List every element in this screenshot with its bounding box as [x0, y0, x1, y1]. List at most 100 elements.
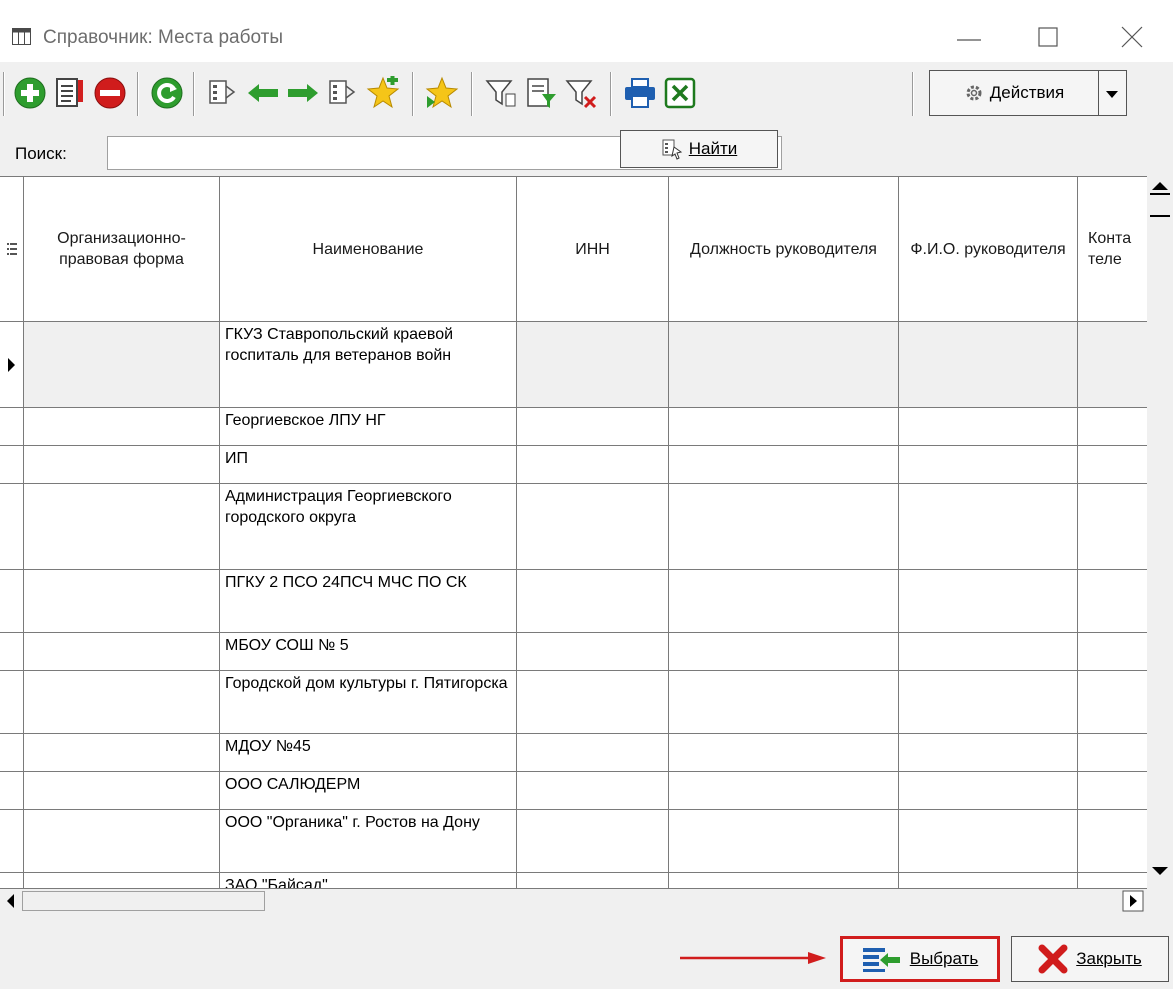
table-row[interactable]: ООО "Органика" г. Ростов на Дону: [0, 810, 1147, 873]
table-cell-org_form[interactable]: [24, 322, 220, 408]
table-cell-head_position[interactable]: [669, 633, 899, 671]
table-cell-name[interactable]: Городской дом культуры г. Пятигорска: [220, 671, 517, 734]
table-cell-head_fio[interactable]: [899, 734, 1078, 772]
table-cell-head_fio[interactable]: [899, 772, 1078, 810]
row-indicator[interactable]: [0, 671, 24, 734]
scroll-right-icon[interactable]: [1122, 889, 1144, 913]
table-cell-org_form[interactable]: [24, 633, 220, 671]
table-cell-contact_phone[interactable]: [1078, 734, 1147, 772]
table-cell-name[interactable]: ЗАО "Байсад": [220, 873, 517, 889]
table-cell-name[interactable]: Администрация Георгиевского городского о…: [220, 484, 517, 570]
table-cell-contact_phone[interactable]: [1078, 570, 1147, 633]
scroll-left-icon[interactable]: [2, 889, 22, 913]
row-indicator[interactable]: [0, 322, 24, 408]
scroll-down-icon[interactable]: [1147, 859, 1173, 885]
find-button[interactable]: Найти: [620, 130, 778, 168]
table-cell-contact_phone[interactable]: [1078, 810, 1147, 873]
table-cell-name[interactable]: МДОУ №45: [220, 734, 517, 772]
scroll-up-icon[interactable]: [1147, 176, 1173, 226]
table-cell-head_position[interactable]: [669, 446, 899, 484]
table-cell-org_form[interactable]: [24, 734, 220, 772]
actions-dropdown-button[interactable]: [1099, 70, 1127, 116]
table-cell-org_form[interactable]: [24, 873, 220, 889]
table-cell-inn[interactable]: [517, 734, 669, 772]
table-row[interactable]: ГКУЗ Ставропольский краевой госпиталь дл…: [0, 322, 1147, 408]
favorites-icon[interactable]: [425, 76, 459, 110]
filter-icon[interactable]: [484, 76, 518, 110]
table-cell-org_form[interactable]: [24, 671, 220, 734]
table-cell-inn[interactable]: [517, 484, 669, 570]
table-row[interactable]: Георгиевское ЛПУ НГ: [0, 408, 1147, 446]
table-cell-head_fio[interactable]: [899, 633, 1078, 671]
table-cell-org_form[interactable]: [24, 570, 220, 633]
column-header-org-form[interactable]: Организационно-правовая форма: [24, 177, 220, 322]
table-cell-contact_phone[interactable]: [1078, 633, 1147, 671]
table-cell-inn[interactable]: [517, 446, 669, 484]
row-indicator[interactable]: [0, 734, 24, 772]
filter-edit-icon[interactable]: [524, 76, 558, 110]
vertical-scrollbar[interactable]: [1147, 176, 1173, 888]
table-cell-head_fio[interactable]: [899, 446, 1078, 484]
row-indicator[interactable]: [0, 873, 24, 889]
table-cell-name[interactable]: ИП: [220, 446, 517, 484]
table-row[interactable]: ЗАО "Байсад": [0, 873, 1147, 889]
row-indicator[interactable]: [0, 446, 24, 484]
table-cell-inn[interactable]: [517, 570, 669, 633]
excel-export-icon[interactable]: [663, 76, 697, 110]
row-indicator[interactable]: [0, 772, 24, 810]
column-header-inn[interactable]: ИНН: [517, 177, 669, 322]
table-row[interactable]: ПГКУ 2 ПСО 24ПСЧ МЧС ПО СК: [0, 570, 1147, 633]
delete-icon[interactable]: [93, 76, 127, 110]
maximize-button[interactable]: [1034, 22, 1064, 52]
close-window-button[interactable]: [1117, 22, 1147, 52]
minimize-button[interactable]: [954, 22, 984, 52]
table-cell-head_position[interactable]: [669, 671, 899, 734]
table-cell-org_form[interactable]: [24, 408, 220, 446]
last-record-icon[interactable]: [326, 76, 360, 110]
table-cell-org_form[interactable]: [24, 810, 220, 873]
table-cell-contact_phone[interactable]: [1078, 873, 1147, 889]
table-cell-inn[interactable]: [517, 810, 669, 873]
table-cell-inn[interactable]: [517, 772, 669, 810]
table-row[interactable]: МДОУ №45: [0, 734, 1147, 772]
table-cell-head_fio[interactable]: [899, 484, 1078, 570]
row-indicator[interactable]: [0, 810, 24, 873]
actions-button[interactable]: Действия: [929, 70, 1099, 116]
table-cell-head_fio[interactable]: [899, 810, 1078, 873]
table-cell-inn[interactable]: [517, 873, 669, 889]
table-cell-contact_phone[interactable]: [1078, 772, 1147, 810]
table-cell-name[interactable]: ООО САЛЮДЕРМ: [220, 772, 517, 810]
table-cell-head_fio[interactable]: [899, 873, 1078, 889]
table-cell-contact_phone[interactable]: [1078, 408, 1147, 446]
refresh-icon[interactable]: [150, 76, 184, 110]
data-grid[interactable]: Организационно-правовая форма Наименован…: [0, 176, 1147, 889]
horizontal-scrollbar[interactable]: [0, 888, 1147, 915]
table-cell-name[interactable]: ГКУЗ Ставропольский краевой госпиталь дл…: [220, 322, 517, 408]
table-row[interactable]: ИП: [0, 446, 1147, 484]
add-icon[interactable]: [13, 76, 47, 110]
table-cell-org_form[interactable]: [24, 772, 220, 810]
table-cell-inn[interactable]: [517, 633, 669, 671]
arrow-left-icon[interactable]: [246, 76, 280, 110]
table-cell-head_position[interactable]: [669, 408, 899, 446]
row-indicator[interactable]: [0, 408, 24, 446]
table-cell-name[interactable]: ПГКУ 2 ПСО 24ПСЧ МЧС ПО СК: [220, 570, 517, 633]
print-icon[interactable]: [623, 76, 657, 110]
table-row[interactable]: Городской дом культуры г. Пятигорска: [0, 671, 1147, 734]
table-cell-org_form[interactable]: [24, 484, 220, 570]
clear-filter-icon[interactable]: [564, 76, 598, 110]
table-cell-head_position[interactable]: [669, 772, 899, 810]
add-favorite-icon[interactable]: [366, 76, 400, 110]
column-header-contact-phone[interactable]: Конта теле: [1078, 177, 1147, 322]
choose-button[interactable]: Выбрать: [840, 936, 1000, 982]
table-row[interactable]: ООО САЛЮДЕРМ: [0, 772, 1147, 810]
table-cell-name[interactable]: ООО "Органика" г. Ростов на Дону: [220, 810, 517, 873]
arrow-right-icon[interactable]: [286, 76, 320, 110]
table-cell-head_fio[interactable]: [899, 671, 1078, 734]
row-indicator[interactable]: [0, 570, 24, 633]
horizontal-scroll-thumb[interactable]: [22, 891, 265, 911]
table-cell-head_fio[interactable]: [899, 408, 1078, 446]
table-cell-inn[interactable]: [517, 671, 669, 734]
table-cell-name[interactable]: Георгиевское ЛПУ НГ: [220, 408, 517, 446]
table-row[interactable]: МБОУ СОШ № 5: [0, 633, 1147, 671]
